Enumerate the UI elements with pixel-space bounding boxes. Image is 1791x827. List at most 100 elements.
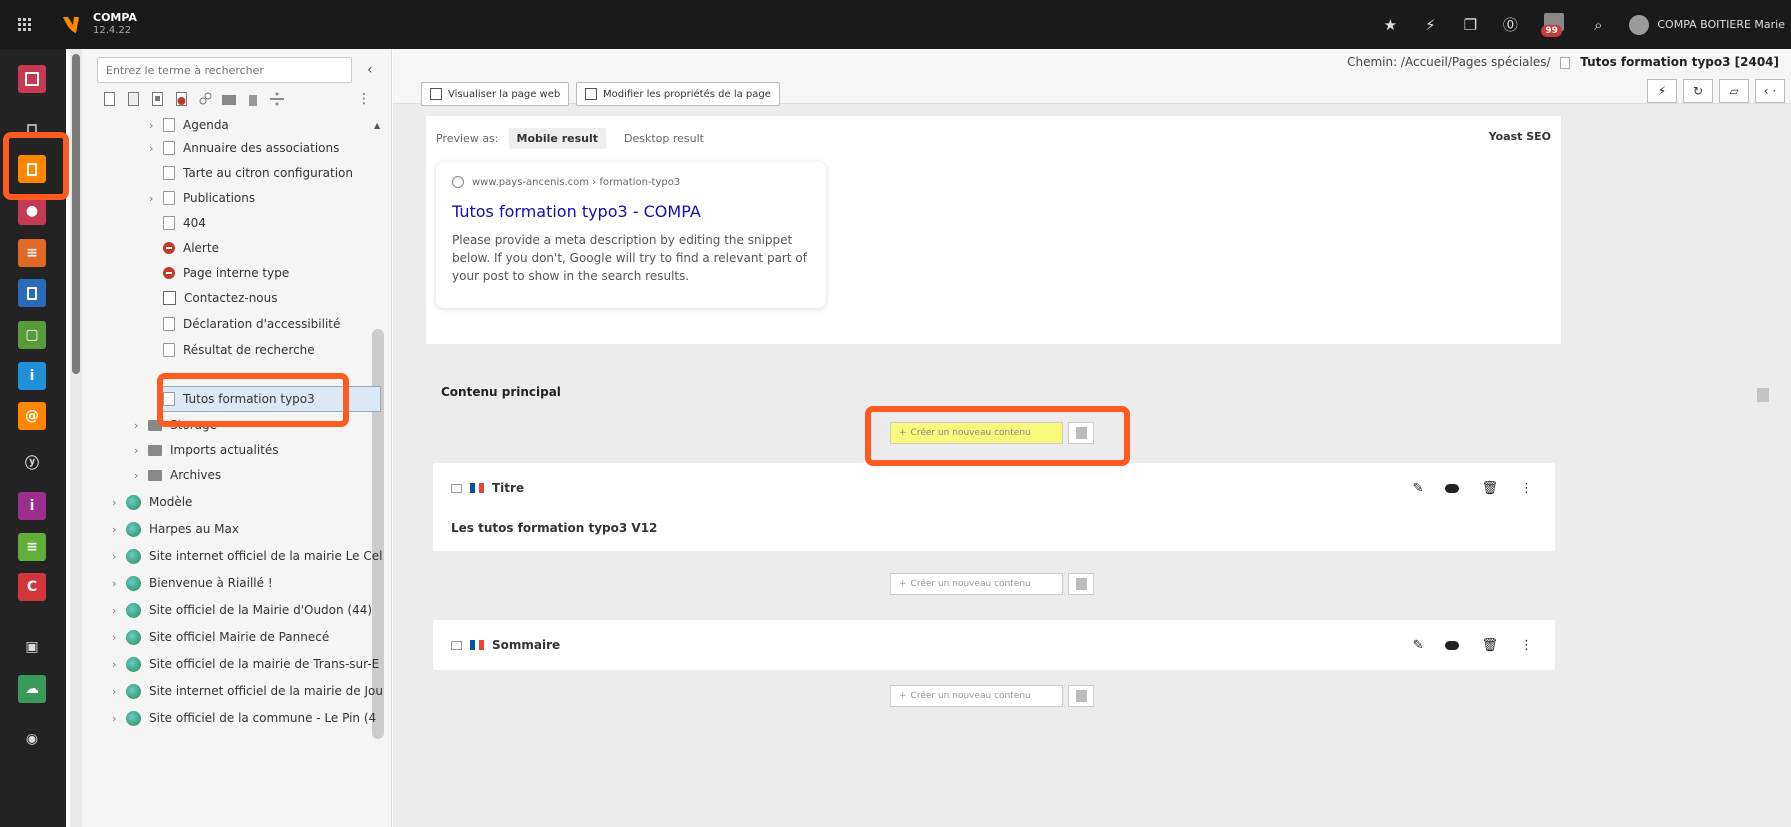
create-content-button-2[interactable]: + Créer un nouveau contenu (890, 573, 1063, 595)
view-module-icon[interactable]: ● (18, 197, 46, 225)
paste-content-icon-3[interactable] (1068, 685, 1094, 707)
user-name: COMPA BOITIERE Marie (1657, 18, 1785, 31)
header-actions: ⚡ ↻ ▱ ‹ · (1641, 79, 1785, 103)
drag-handle-icon[interactable] (451, 640, 462, 650)
page-info-module-icon[interactable]: i (18, 362, 46, 390)
new-recycler-icon[interactable] (246, 91, 260, 107)
user-menu[interactable]: COMPA BOITIERE Marie (1629, 14, 1785, 35)
drag-handle-icon[interactable] (451, 483, 462, 493)
content-element-type: Sommaire (492, 638, 561, 652)
new-link-icon[interactable] (150, 91, 164, 107)
info-module-icon[interactable] (18, 279, 46, 307)
tree-item-publications[interactable]: › Publications (149, 186, 255, 210)
bookmark-icon[interactable]: ▱ (1719, 79, 1749, 103)
tree-item-harpes[interactable]: › Harpes au Max (112, 517, 239, 541)
brand-name: COMPA (93, 11, 137, 25)
tree-item-alerte[interactable]: Alerte (163, 236, 219, 260)
edit-pencil-icon[interactable]: ✎ (1413, 481, 1424, 496)
share-icon[interactable]: ‹ · (1755, 79, 1785, 103)
french-flag-icon (470, 640, 485, 650)
refresh-icon[interactable]: ↻ (1683, 79, 1713, 103)
content-element-actions: ✎ 🗑 ⋮ (1413, 638, 1533, 653)
create-content-button-3[interactable]: + Créer un nouveau contenu (890, 685, 1063, 707)
top-bar: COMPA 12.4.22 ★ ⚡ ❐ ⓪ 99 ⌕ COMPA BOITIER… (0, 0, 1791, 49)
tree-item-annuaire[interactable]: › Annuaire des associations (149, 136, 339, 160)
tree-item-trans[interactable]: › Site officiel de la mairie de Trans-sur… (112, 652, 379, 676)
content-element[interactable]: Titre ✎ 🗑 ⋮ Les tutos formation typo3 V1… (433, 463, 1555, 551)
bookmark-star-icon[interactable]: ★ (1381, 16, 1399, 34)
collapse-tree-icon[interactable]: ‹ (367, 62, 373, 78)
filelist-module-icon[interactable]: ▣ (18, 633, 46, 661)
visibility-toggle-icon[interactable] (1445, 641, 1460, 650)
tree-item-404[interactable]: 404 (163, 211, 206, 235)
new-restricted-page-icon[interactable] (174, 91, 188, 107)
new-shortcut-icon[interactable] (198, 91, 212, 107)
content-element-2[interactable]: Sommaire ✎ 🗑 ⋮ (433, 620, 1555, 670)
mail-module-icon[interactable]: @ (18, 402, 46, 430)
flash-icon[interactable]: ⚡ (1647, 79, 1677, 103)
tree-item-modele[interactable]: › Modèle (112, 490, 192, 514)
tree-item-riaille[interactable]: › Bienvenue à Riaillé ! (112, 571, 273, 595)
visibility-toggle-icon[interactable] (1445, 484, 1460, 493)
tree-item-contact[interactable]: Contactez-nous (163, 286, 278, 310)
flash-icon[interactable]: ⚡ (1421, 16, 1439, 34)
scheduler-module-icon[interactable]: ≡ (18, 533, 46, 561)
tree-item-recherche[interactable]: Résultat de recherche (163, 338, 315, 362)
help-icon[interactable]: ⓪ (1501, 16, 1519, 34)
more-icon[interactable]: ⋮ (1520, 481, 1533, 496)
tree-item-page-interne[interactable]: Page interne type (163, 261, 289, 285)
dashboard-module-icon[interactable] (18, 65, 46, 93)
tree-item-lepin[interactable]: › Site officiel de la commune - Le Pin (4 (112, 706, 376, 730)
search-icon[interactable]: ⌕ (1589, 16, 1607, 34)
new-separator-icon[interactable] (270, 91, 284, 107)
workspaces-module-icon[interactable]: ▢ (18, 321, 46, 349)
preview-toggle: Preview as: Mobile result Desktop result (436, 128, 712, 149)
tree-toolbar: ⋮ (102, 91, 371, 107)
cloud-module-icon[interactable]: ☁ (18, 675, 46, 703)
tree-item-pannece[interactable]: › Site officiel Mairie de Pannecé (112, 625, 329, 649)
french-flag-icon (470, 483, 485, 493)
snippet-url: www.pays-ancenis.com › formation-typo3 (452, 176, 810, 188)
content-element-header: Sommaire (451, 638, 560, 652)
tree-item-agenda[interactable]: › Agenda (149, 113, 229, 137)
tree-item-lecel[interactable]: › Site internet officiel de la mairie Le … (112, 544, 382, 568)
tab-mobile-result[interactable]: Mobile result (508, 128, 607, 149)
more-icon[interactable]: ⋮ (1520, 638, 1533, 653)
tree-item-accessibilite[interactable]: Déclaration d'accessibilité (163, 312, 340, 336)
snippet-title[interactable]: Tutos formation typo3 - COMPA (452, 202, 810, 221)
tab-desktop-result[interactable]: Desktop result (616, 128, 712, 149)
tree-item-imports[interactable]: › Imports actualités (134, 438, 279, 462)
view-page-button[interactable]: Visualiser la page web (421, 82, 570, 106)
typo3-logo-icon[interactable] (57, 11, 85, 39)
tree-item-tarte[interactable]: Tarte au citron configuration (163, 161, 353, 185)
system-info-module-icon[interactable]: i (18, 492, 46, 520)
open-docs-icon[interactable]: ❐ (1461, 16, 1479, 34)
delete-icon[interactable]: 🗑 (1481, 481, 1498, 496)
tree-search-input[interactable] (97, 57, 352, 83)
avatar (1629, 14, 1650, 35)
paste-content-icon-2[interactable] (1068, 573, 1094, 595)
tree-item-archives[interactable]: › Archives (134, 463, 221, 487)
notification-badge: 99 (1541, 24, 1562, 37)
tree-item-jou[interactable]: › Site internet officiel de la mairie de … (112, 679, 383, 703)
new-page-icon[interactable] (102, 91, 116, 107)
content-element-header: Titre (451, 481, 524, 495)
reports-module-icon[interactable]: C (18, 573, 46, 601)
content-element-type: Titre (492, 481, 525, 495)
new-folder-icon[interactable] (222, 91, 236, 107)
list-module-icon[interactable]: ≡ (18, 239, 46, 267)
yoast-module-icon[interactable]: ⓨ (18, 449, 46, 477)
system-info-icon[interactable]: 99 (1541, 11, 1567, 39)
more-module-icon[interactable]: ◉ (18, 725, 46, 753)
edit-pencil-icon[interactable]: ✎ (1413, 638, 1424, 653)
column-settings-icon[interactable] (1757, 388, 1769, 402)
delete-icon[interactable]: 🗑 (1481, 638, 1498, 653)
tree-scroll-up-icon[interactable]: ▲ (374, 121, 380, 130)
new-page-type-icon[interactable] (126, 91, 140, 107)
edit-page-properties-button[interactable]: Modifier les propriétés de la page (576, 82, 780, 106)
tree-more-icon[interactable]: ⋮ (357, 91, 371, 107)
yoast-seo-label: Yoast SEO (1488, 130, 1551, 143)
apps-grid-icon[interactable] (0, 0, 49, 49)
module-scrollbar[interactable] (70, 49, 82, 827)
tree-item-oudon[interactable]: › Site officiel de la Mairie d'Oudon (44) (112, 598, 372, 622)
